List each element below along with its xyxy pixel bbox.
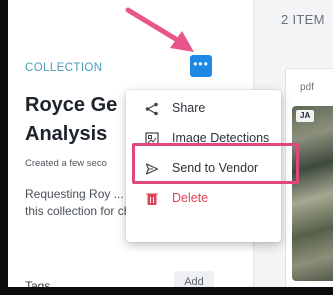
more-options-button[interactable]: ••• — [190, 55, 212, 77]
tags-label: Tags — [25, 279, 51, 287]
collection-eyebrow: COLLECTION — [25, 62, 103, 74]
add-tag-button[interactable]: Add — [174, 271, 214, 287]
item-type-label: pdf — [300, 82, 314, 93]
menu-item-share[interactable]: Share — [126, 96, 281, 122]
items-count: 2 ITEM — [281, 12, 325, 27]
app-frame: COLLECTION ••• Royce Ge Analysis Created… — [8, 0, 333, 287]
menu-item-label: Delete — [172, 191, 209, 205]
share-icon — [145, 102, 158, 116]
trash-icon — [146, 193, 158, 205]
menu-item-delete[interactable]: Delete — [126, 186, 281, 212]
menu-item-label: Share — [172, 101, 206, 115]
thumbnail-tag: JA — [296, 110, 315, 122]
item-thumbnail[interactable]: JA — [292, 106, 333, 281]
annotation-highlight-box — [132, 143, 299, 184]
